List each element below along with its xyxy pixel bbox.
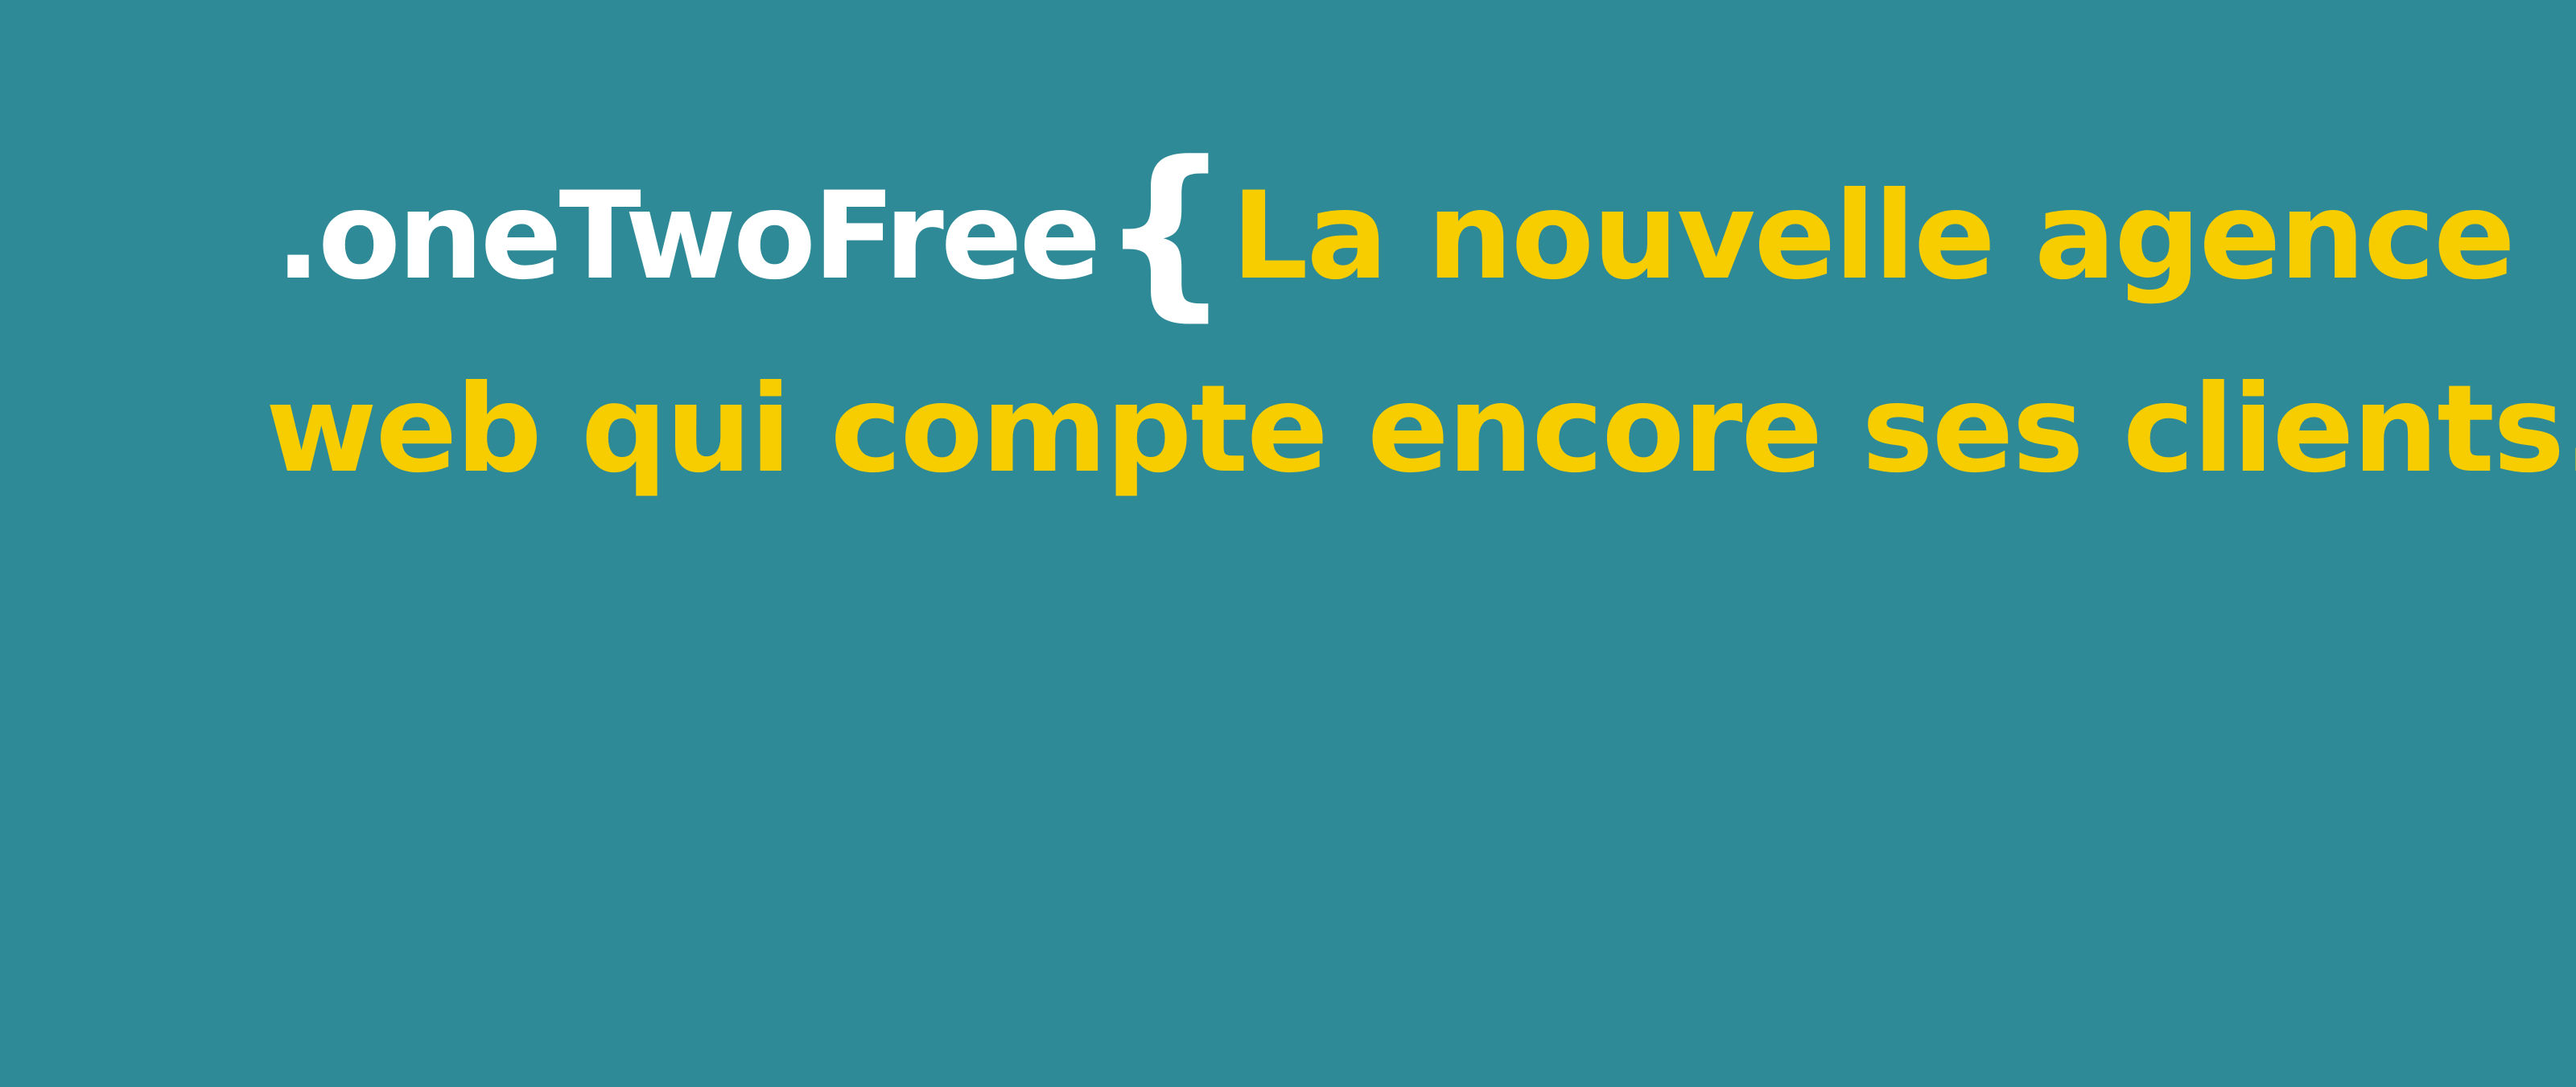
tagline-line-2: web qui compte encore ses clients.	[266, 360, 2576, 500]
banner: .oneTwoFree{La nouvelle agence web qui c…	[0, 0, 2576, 1087]
tagline-line-1: La nouvelle agence	[1231, 167, 2516, 307]
open-brace: {	[1099, 123, 1231, 338]
headline-line-2: web qui compte encore ses clients.}	[266, 323, 2576, 509]
brand-name: .oneTwoFree	[275, 167, 1101, 307]
headline-line-1: .oneTwoFree{La nouvelle agence	[275, 123, 2516, 338]
headline: .oneTwoFree{La nouvelle agence web qui c…	[0, 0, 2576, 563]
